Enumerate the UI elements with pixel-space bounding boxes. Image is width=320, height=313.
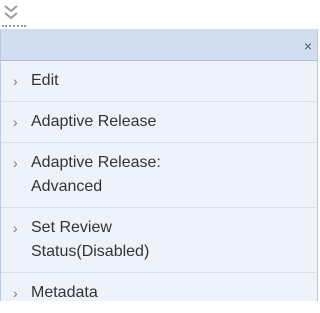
menu-item-label: Edit: [31, 72, 59, 89]
chevron-right-icon: ›: [13, 285, 18, 301]
menu-item-adaptive-release[interactable]: › Adaptive Release: [1, 102, 317, 143]
close-icon[interactable]: ×: [299, 37, 317, 55]
menu-item-label: Metadata: [31, 284, 98, 301]
chevron-right-icon: ›: [13, 155, 18, 171]
menu-toggle-row: [0, 0, 320, 29]
menu-item-adaptive-release-advanced[interactable]: › Adaptive Release: Advanced: [1, 143, 317, 208]
context-menu-panel: × › Edit › Adaptive Release › Adaptive R…: [0, 29, 318, 301]
toggle-underline: [2, 25, 26, 27]
menu-item-set-review-status[interactable]: › Set Review Status(Disabled): [1, 208, 317, 273]
chevron-right-icon: ›: [13, 73, 18, 89]
menu-item-label: Adaptive Release: [31, 113, 157, 130]
context-menu-header: ×: [1, 29, 317, 61]
double-chevron-down-icon[interactable]: [3, 3, 19, 23]
menu-item-metadata[interactable]: › Metadata: [1, 273, 317, 313]
menu-item-label: Set Review Status(Disabled): [31, 219, 150, 260]
menu-item-edit[interactable]: › Edit: [1, 61, 317, 102]
chevron-right-icon: ›: [13, 114, 18, 130]
chevron-right-icon: ›: [13, 220, 18, 236]
menu-item-label: Adaptive Release: Advanced: [31, 154, 161, 195]
